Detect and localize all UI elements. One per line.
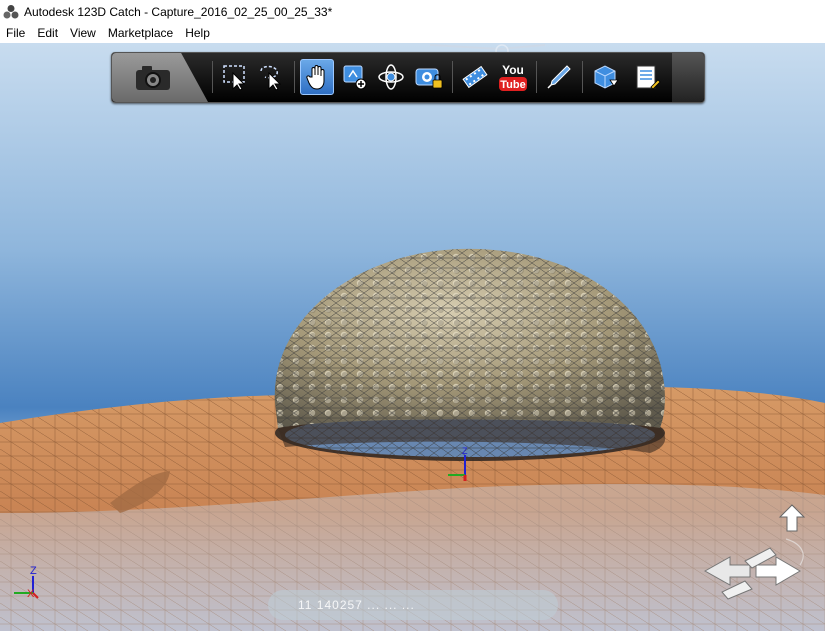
notes-icon [636,65,661,90]
lasso-select-icon [260,65,282,91]
3d-viewport[interactable]: Z Z X 11 140257 ... ... ... [0,43,825,631]
window-titlebar: Autodesk 123D Catch - Capture_2016_02_25… [0,0,825,23]
camera-tab[interactable] [112,53,208,102]
youtube-icon: You Tube [499,63,527,91]
menubar: File Edit View Marketplace Help [0,23,825,43]
pen-tool-icon [547,65,571,89]
orbit-icon [378,64,404,90]
pen-tool-button[interactable] [542,59,576,95]
toolbar-separator [452,61,453,93]
pan-button[interactable] [300,59,334,95]
scene-canvas[interactable]: Z Z X [0,43,825,631]
zoom-icon [343,65,367,90]
export-mesh-button[interactable] [588,59,622,95]
menu-view[interactable]: View [64,26,102,40]
camera-icon [136,66,170,90]
zoom-button[interactable] [338,59,372,95]
locked-camera-button[interactable] [412,59,446,95]
locked-camera-icon [415,68,443,89]
main-toolbar: You Tube [111,52,705,103]
toolbar-end-cap [672,53,704,102]
lasso-select-button[interactable] [254,59,288,95]
svg-text:You: You [502,63,524,77]
menu-edit[interactable]: Edit [31,26,64,40]
youtube-button[interactable]: You Tube [496,59,530,95]
menu-marketplace[interactable]: Marketplace [102,26,179,40]
axis-x-label: X [27,588,35,600]
toolbar-separator [536,61,537,93]
notes-button[interactable] [630,59,664,95]
orbit-button[interactable] [374,59,408,95]
axis-z-label: Z [30,565,37,577]
status-readout: 11 140257 ... ... ... [268,590,558,620]
film-strip-icon [462,65,488,89]
rectangle-select-icon [223,65,246,91]
svg-text:Z: Z [462,446,468,456]
toolbar-separator [212,61,213,93]
pan-hand-icon [306,65,325,90]
toolbar-separator [582,61,583,93]
movie-button[interactable] [458,59,492,95]
rectangle-select-button[interactable] [218,59,252,95]
svg-text:Tube: Tube [500,79,525,91]
menu-file[interactable]: File [0,26,31,40]
window-title: Autodesk 123D Catch - Capture_2016_02_25… [24,4,333,19]
toolbar-separator [294,61,295,93]
menu-help[interactable]: Help [179,26,216,40]
app-icon [3,4,19,18]
export-mesh-icon [594,65,619,89]
